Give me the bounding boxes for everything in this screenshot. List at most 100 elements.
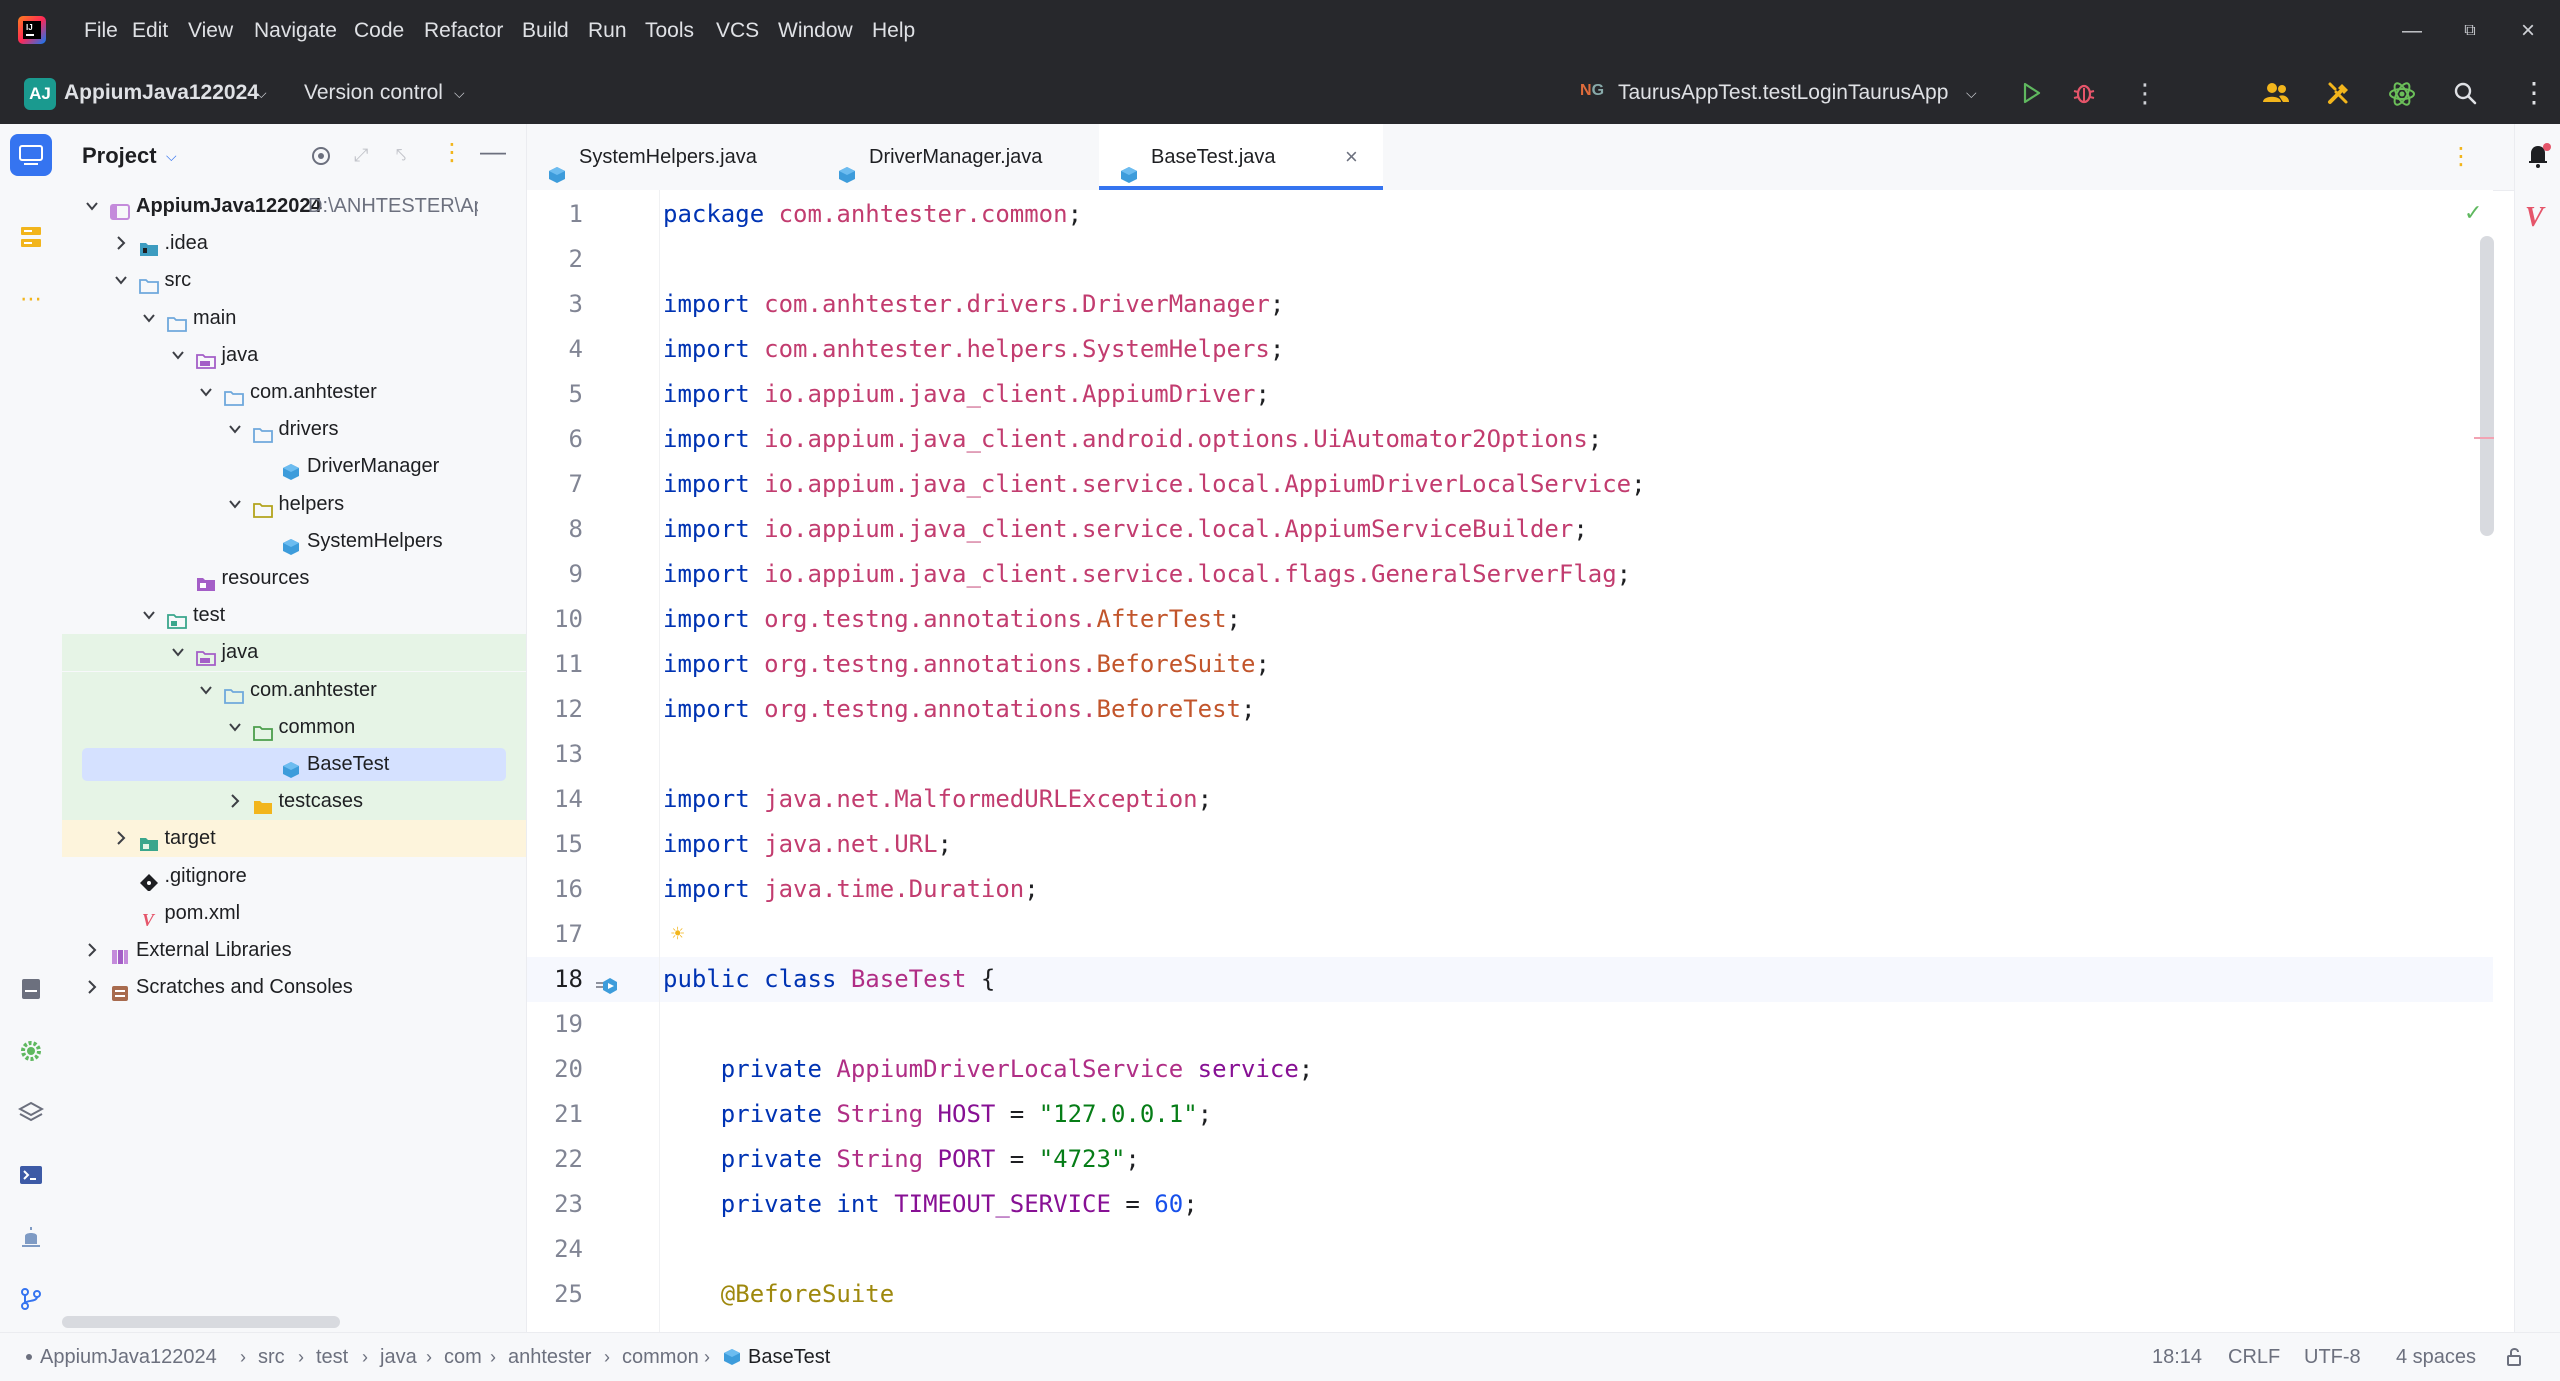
tab-drivermanager[interactable]: DriverManager.java <box>817 124 1089 190</box>
menu-navigate[interactable]: Navigate <box>254 0 337 62</box>
breadcrumb-item[interactable]: test <box>316 1333 348 1381</box>
tree-item-test[interactable]: test <box>62 597 526 634</box>
menu-view[interactable]: View <box>188 0 233 62</box>
tree-item-main[interactable]: main <box>62 300 526 337</box>
project-badge[interactable]: AJ <box>24 78 56 110</box>
code-line[interactable]: 21 private String HOST = "127.0.0.1"; <box>527 1092 2493 1137</box>
code-line[interactable]: 22 private String PORT = "4723"; <box>527 1137 2493 1182</box>
close-window-icon[interactable]: × <box>2500 0 2556 62</box>
menu-tools[interactable]: Tools <box>645 0 694 62</box>
code-line[interactable]: 18 public class BaseTest { <box>527 957 2493 1002</box>
terminal-tool-icon[interactable] <box>10 1154 52 1196</box>
code-line[interactable]: 5 import io.appium.java_client.AppiumDriv… <box>527 372 2493 417</box>
line-number[interactable]: 22 <box>527 1137 583 1182</box>
tab-basetest[interactable]: BaseTest.java × <box>1099 124 1383 190</box>
chevron-right-icon[interactable] <box>82 969 102 1020</box>
ide-logo-icon[interactable]: IJ <box>18 16 46 44</box>
hide-panel-icon[interactable]: — <box>480 136 506 167</box>
code-line[interactable]: 6 import io.appium.java_client.android.op… <box>527 417 2493 462</box>
breadcrumb-item[interactable]: anhtester <box>508 1333 591 1381</box>
tree-item-drivers[interactable]: drivers <box>62 411 526 448</box>
tab-options-icon[interactable]: ⋮ <box>2449 142 2473 171</box>
menu-vcs[interactable]: VCS <box>716 0 759 62</box>
code-line[interactable]: 15 import java.net.URL; <box>527 822 2493 867</box>
code-line[interactable]: 23 private int TIMEOUT_SERVICE = 60; <box>527 1182 2493 1227</box>
line-number[interactable]: 15 <box>527 822 583 867</box>
chevron-down-icon[interactable]: ⌵ <box>454 62 465 124</box>
code-line[interactable]: 7 import io.appium.java_client.service.lo… <box>527 462 2493 507</box>
expand-all-icon[interactable]: ⤢ <box>354 145 376 167</box>
services-tool-icon[interactable] <box>10 1030 52 1072</box>
menu-code[interactable]: Code <box>354 0 404 62</box>
project-selector[interactable]: AppiumJava122024 <box>64 62 259 124</box>
code-line[interactable]: 10 import org.testng.annotations.AfterTes… <box>527 597 2493 642</box>
run-gutter-icon[interactable] <box>595 968 619 994</box>
breadcrumb-item[interactable]: AppiumJava122024 <box>40 1333 217 1381</box>
line-number[interactable]: 4 <box>527 327 583 372</box>
tree-item-resources[interactable]: resources <box>62 560 526 597</box>
code-line[interactable]: 13 <box>527 732 2493 777</box>
code-line[interactable]: 19 <box>527 1002 2493 1047</box>
bookmarks-tool-icon[interactable] <box>10 968 52 1010</box>
tree-item-com-anhtester[interactable]: com.anhtester <box>62 374 526 411</box>
tree-item--gitignore[interactable]: .gitignore <box>62 858 526 895</box>
line-number[interactable]: 17 <box>527 912 583 957</box>
menu-build[interactable]: Build <box>522 0 569 62</box>
tree-item-systemhelpers[interactable]: SystemHelpers <box>62 523 526 560</box>
line-number[interactable]: 2 <box>527 237 583 282</box>
layers-tool-icon[interactable] <box>10 1092 52 1134</box>
code-line[interactable]: 17 ☀ <box>527 912 2493 957</box>
search-icon[interactable] <box>2452 80 2478 106</box>
menu-file[interactable]: File <box>84 0 118 62</box>
minimize-icon[interactable]: — <box>2384 0 2440 62</box>
breadcrumb-item[interactable]: com <box>444 1333 482 1381</box>
caret-position[interactable]: 18:14 <box>2152 1333 2202 1381</box>
line-number[interactable]: 13 <box>527 732 583 777</box>
tree-item-basetest[interactable]: BaseTest <box>62 746 526 783</box>
line-number[interactable]: 23 <box>527 1182 583 1227</box>
project-tool-icon[interactable] <box>10 134 52 176</box>
more-actions-icon[interactable]: ⋮ <box>2132 62 2158 124</box>
line-number[interactable]: 18 <box>527 957 583 1002</box>
lock-icon[interactable] <box>2506 1347 2524 1367</box>
code-line[interactable]: 8 import io.appium.java_client.service.lo… <box>527 507 2493 552</box>
line-separator[interactable]: CRLF <box>2228 1333 2280 1381</box>
tree-item-common[interactable]: common <box>62 708 526 746</box>
options-icon[interactable]: ⋮ <box>440 138 464 167</box>
code-line[interactable]: 4 import com.anhtester.helpers.SystemHelp… <box>527 327 2493 372</box>
structure-tool-icon[interactable] <box>10 216 52 258</box>
ai-assistant-icon[interactable] <box>2388 80 2416 108</box>
tree-item-helpers[interactable]: helpers <box>62 486 526 523</box>
line-number[interactable]: 20 <box>527 1047 583 1092</box>
tree-item-java[interactable]: java <box>62 337 526 374</box>
tree-item-com-anhtester[interactable]: com.anhtester <box>62 671 526 709</box>
line-number[interactable]: 11 <box>527 642 583 687</box>
line-number[interactable]: 25 <box>527 1272 583 1317</box>
chevron-down-icon[interactable]: ⌵ <box>256 62 267 124</box>
code-line[interactable]: 12 import org.testng.annotations.BeforeTe… <box>527 687 2493 732</box>
intention-bulb-icon[interactable]: ☀ <box>671 912 684 957</box>
code-line[interactable]: 25 @BeforeSuite <box>527 1272 2493 1317</box>
menu-edit[interactable]: Edit <box>132 0 168 62</box>
close-tab-icon[interactable]: × <box>1345 124 1358 190</box>
settings-menu-icon[interactable]: ⋮ <box>2520 62 2548 124</box>
debug-icon[interactable] <box>2071 80 2097 106</box>
tree-item-appiumjava122024[interactable]: AppiumJava122024 D:\ANHTESTER\Ap <box>62 188 526 225</box>
project-view-selector[interactable]: Project <box>82 124 157 188</box>
tree-item-target[interactable]: target <box>62 820 526 858</box>
code-line[interactable]: 11 import org.testng.annotations.BeforeSu… <box>527 642 2493 687</box>
line-number[interactable]: 16 <box>527 867 583 912</box>
code-editor[interactable]: 1 package com.anhtester.common; 2 3 import … <box>527 190 2493 1332</box>
code-line[interactable]: 24 <box>527 1227 2493 1272</box>
breadcrumb-item[interactable]: common <box>622 1333 699 1381</box>
code-line[interactable]: 2 <box>527 237 2493 282</box>
code-line[interactable]: 20 private AppiumDriverLocalService serv… <box>527 1047 2493 1092</box>
breadcrumb-item[interactable]: BaseTest <box>748 1333 830 1381</box>
vcs-selector[interactable]: Version control <box>304 62 443 124</box>
problems-tool-icon[interactable] <box>10 1216 52 1258</box>
line-number[interactable]: 6 <box>527 417 583 462</box>
indent-setting[interactable]: 4 spaces <box>2396 1333 2476 1381</box>
line-number[interactable]: 14 <box>527 777 583 822</box>
tree-item-testcases[interactable]: testcases <box>62 783 526 821</box>
code-line[interactable]: 14 import java.net.MalformedURLException; <box>527 777 2493 822</box>
